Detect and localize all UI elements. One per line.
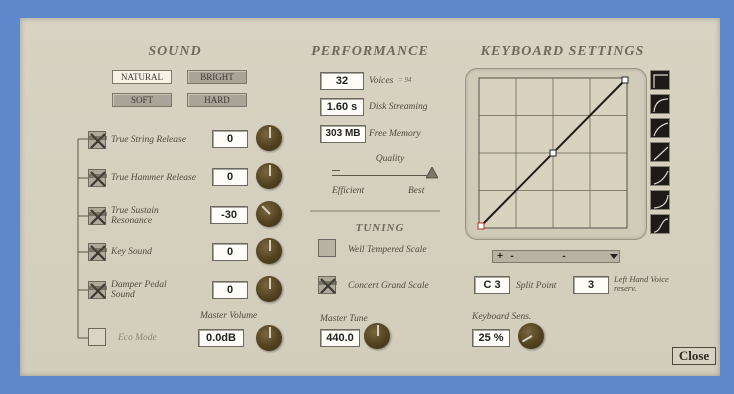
- check-mark-icon: [89, 133, 107, 149]
- quality-slider-track: [332, 175, 432, 176]
- close-button[interactable]: Close: [672, 347, 716, 365]
- curve-preset-3-icon[interactable]: [650, 118, 670, 138]
- keyboard-sens-label: Keyboard Sens.: [472, 312, 532, 322]
- curve-preset-7-icon[interactable]: [650, 214, 670, 234]
- true-sustain-resonance-knob[interactable]: [256, 201, 282, 227]
- sound-title: SOUND: [148, 44, 202, 59]
- curve-preset-4-icon[interactable]: [650, 142, 670, 162]
- true-sustain-resonance-label: True Sustain Resonance: [111, 206, 159, 226]
- master-tune-label: Master Tune: [320, 314, 368, 324]
- master-tune-knob[interactable]: [364, 323, 390, 349]
- curve-end-handle[interactable]: [621, 76, 629, 84]
- damper-pedal-sound-checkbox[interactable]: [88, 281, 107, 299]
- master-volume-knob[interactable]: [256, 325, 282, 351]
- check-mark-icon: [319, 278, 337, 294]
- curve-preset-5-icon[interactable]: [650, 166, 670, 186]
- soft-button[interactable]: SOFT: [112, 93, 172, 107]
- key-sound-knob[interactable]: [256, 238, 282, 264]
- free-memory-label: Free Memory: [369, 129, 421, 139]
- true-string-release-checkbox[interactable]: [88, 131, 107, 149]
- concert-grand-checkbox[interactable]: [318, 276, 337, 294]
- true-sustain-resonance-checkbox[interactable]: [88, 207, 107, 225]
- remove-preset-button[interactable]: -: [507, 251, 517, 262]
- key-sound-value[interactable]: 0: [212, 243, 248, 261]
- true-string-release-knob[interactable]: [256, 125, 282, 151]
- voices-max-label: = 94: [398, 76, 412, 84]
- split-point-label: Split Point: [516, 281, 557, 291]
- quality-max-label: Best: [408, 186, 425, 196]
- check-mark-icon: [89, 283, 107, 299]
- curve-preset-2-icon[interactable]: [650, 94, 670, 114]
- true-hammer-release-label: True Hammer Release: [111, 173, 196, 183]
- disk-streaming-value[interactable]: 1.60 s: [320, 98, 364, 116]
- natural-button[interactable]: NATURAL: [112, 70, 172, 84]
- quality-slider-thumb-icon[interactable]: [426, 167, 438, 179]
- well-tempered-checkbox[interactable]: [318, 239, 336, 257]
- quality-slider[interactable]: [332, 166, 438, 182]
- check-mark-icon: [89, 209, 107, 225]
- free-memory-value: 303 MB: [320, 125, 366, 143]
- keyboard-sens-value[interactable]: 25 %: [472, 329, 510, 347]
- check-mark-icon: [89, 171, 107, 187]
- velocity-curve-graph[interactable]: [475, 76, 629, 232]
- curve-mid-handle[interactable]: [549, 149, 557, 157]
- performance-divider: [310, 210, 440, 212]
- keyboard-settings-title: KEYBOARD SETTINGS: [480, 44, 645, 59]
- piano-settings-panel: SOUND NATURAL BRIGHT SOFT HARD True Stri…: [20, 18, 720, 376]
- damper-pedal-sound-label: Damper Pedal Sound: [111, 280, 167, 300]
- sound-bracket-lines: [77, 138, 88, 339]
- voices-value[interactable]: 32: [320, 72, 364, 90]
- quality-label: Quality: [375, 154, 405, 164]
- add-preset-button[interactable]: +: [495, 251, 505, 262]
- damper-pedal-sound-value[interactable]: 0: [212, 281, 248, 299]
- curve-preset-1-icon[interactable]: [650, 70, 670, 90]
- bright-button[interactable]: BRIGHT: [187, 70, 247, 84]
- key-sound-label: Key Sound: [111, 247, 152, 257]
- check-mark-icon: [89, 245, 107, 261]
- left-hand-reserve-label: Left Hand Voice reserv.: [614, 274, 669, 293]
- master-volume-label: Master Volume: [200, 311, 258, 321]
- split-point-value[interactable]: C 3: [474, 276, 510, 294]
- true-sustain-resonance-value[interactable]: -30: [210, 206, 248, 224]
- damper-pedal-sound-knob[interactable]: [256, 276, 282, 302]
- quality-min-label: Efficient: [332, 186, 365, 196]
- master-tune-value[interactable]: 440.0: [320, 329, 360, 347]
- quality-min-tick: [332, 170, 340, 171]
- master-volume-value[interactable]: 0.0dB: [198, 329, 244, 347]
- chevron-down-icon[interactable]: [610, 254, 618, 260]
- true-hammer-release-value[interactable]: 0: [212, 168, 248, 186]
- left-hand-reserve-value[interactable]: 3: [573, 276, 609, 294]
- curve-preset-6-icon[interactable]: [650, 190, 670, 210]
- eco-mode-label: Eco Mode: [118, 333, 157, 343]
- curve-preset-selector: + - -: [492, 250, 620, 263]
- true-string-release-label: True String Release: [111, 135, 186, 145]
- hard-button[interactable]: HARD: [187, 93, 247, 107]
- tuning-title: TUNING: [355, 222, 405, 234]
- true-hammer-release-checkbox[interactable]: [88, 169, 107, 187]
- disk-streaming-label: Disk Streaming: [369, 102, 428, 112]
- curve-start-handle[interactable]: [477, 222, 485, 230]
- true-hammer-release-knob[interactable]: [256, 163, 282, 189]
- eco-mode-checkbox[interactable]: [88, 328, 106, 346]
- key-sound-checkbox[interactable]: [88, 243, 107, 261]
- concert-grand-label: Concert Grand Scale: [348, 281, 429, 291]
- true-string-release-value[interactable]: 0: [212, 130, 248, 148]
- preset-dropdown[interactable]: -: [519, 251, 609, 262]
- performance-title: PERFORMANCE: [311, 44, 429, 59]
- keyboard-sens-knob[interactable]: [518, 323, 544, 349]
- well-tempered-label: Well Tempered Scale: [348, 245, 427, 255]
